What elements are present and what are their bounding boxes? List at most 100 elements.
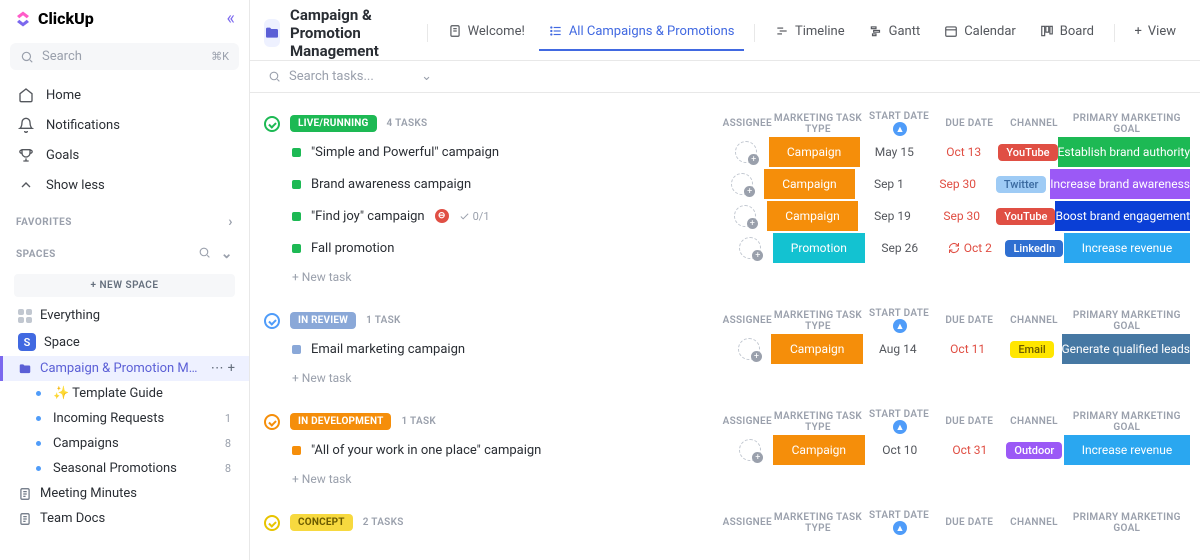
tab-welcome[interactable]: Welcome!	[438, 16, 535, 51]
col-type[interactable]: MARKETING TASK TYPE	[772, 411, 864, 433]
type-pill[interactable]: Campaign	[773, 435, 865, 465]
col-channel[interactable]: CHANNEL	[1004, 416, 1063, 427]
tab-gantt[interactable]: Gantt	[859, 16, 931, 51]
tab-calendar[interactable]: Calendar	[934, 16, 1026, 51]
list-item[interactable]: Incoming Requests1	[0, 406, 249, 431]
logo[interactable]: ClickUp	[14, 9, 94, 28]
group-toggle[interactable]	[264, 116, 280, 132]
col-assignee[interactable]: ASSIGNEE	[723, 517, 772, 528]
list-item[interactable]: ✨ Template Guide	[0, 381, 249, 406]
task-row[interactable]: Brand awareness campaign Campaign Sep 1 …	[260, 168, 1190, 200]
col-goal[interactable]: PRIMARY MARKETING GOAL	[1064, 310, 1190, 332]
assignee-avatar[interactable]	[739, 439, 761, 461]
goal-pill[interactable]: Generate qualified leads	[1062, 334, 1190, 364]
new-task-button[interactable]: + New task	[260, 466, 1190, 486]
col-type[interactable]: MARKETING TASK TYPE	[772, 310, 864, 332]
status-square-icon[interactable]	[292, 345, 301, 354]
space-item[interactable]: S Space	[0, 328, 249, 356]
type-pill[interactable]: Promotion	[773, 233, 865, 263]
due-date[interactable]: Oct 13	[946, 145, 981, 159]
task-row[interactable]: Email marketing campaign Campaign Aug 14…	[260, 333, 1190, 365]
status-chip[interactable]: IN DEVELOPMENT	[290, 413, 391, 430]
assignee-avatar[interactable]	[731, 173, 753, 195]
chevron-down-icon[interactable]: ⌄	[421, 69, 432, 84]
goal-pill[interactable]: Increase revenue	[1064, 435, 1190, 465]
col-start[interactable]: START DATE▲	[864, 111, 934, 136]
due-date[interactable]: Oct 31	[952, 443, 987, 457]
col-due[interactable]: DUE DATE	[934, 416, 1004, 427]
task-row[interactable]: "Find joy" campaign ⊖0/1 Campaign Sep 19…	[260, 200, 1190, 232]
due-date[interactable]: Sep 30	[943, 209, 980, 223]
tab-timeline[interactable]: Timeline	[765, 16, 855, 51]
new-task-button[interactable]: + New task	[260, 264, 1190, 284]
search-icon[interactable]	[198, 246, 211, 259]
status-square-icon[interactable]	[292, 212, 301, 221]
status-square-icon[interactable]	[292, 446, 301, 455]
goal-pill[interactable]: Increase revenue	[1064, 233, 1190, 263]
task-row[interactable]: Fall promotion Promotion Sep 26 Oct 2 Li…	[260, 232, 1190, 264]
task-search-bar[interactable]: Search tasks... ⌄	[250, 61, 1200, 93]
goal-pill[interactable]: Boost brand engagement	[1055, 201, 1190, 231]
col-due[interactable]: DUE DATE	[934, 517, 1004, 528]
list-item[interactable]: Campaigns8	[0, 431, 249, 456]
col-type[interactable]: MARKETING TASK TYPE	[772, 113, 864, 135]
more-icon[interactable]: ⋯	[211, 361, 224, 376]
start-date[interactable]: Oct 10	[882, 443, 917, 457]
channel-pill[interactable]: YouTube	[998, 144, 1057, 161]
start-date[interactable]: Sep 19	[874, 209, 911, 223]
doc-item[interactable]: Team Docs	[0, 506, 249, 531]
due-date[interactable]: Oct 11	[950, 342, 985, 356]
col-type[interactable]: MARKETING TASK TYPE	[772, 512, 864, 534]
channel-pill[interactable]: YouTube	[996, 208, 1055, 225]
status-chip[interactable]: LIVE/RUNNING	[290, 115, 377, 132]
task-row[interactable]: "All of your work in one place" campaign…	[260, 434, 1190, 466]
status-square-icon[interactable]	[292, 148, 301, 157]
channel-pill[interactable]: LinkedIn	[1005, 240, 1063, 257]
start-date[interactable]: Sep 26	[881, 241, 918, 255]
sidebar-search[interactable]: Search ⌘K	[10, 43, 239, 70]
doc-item[interactable]: Meeting Minutes	[0, 481, 249, 506]
status-square-icon[interactable]	[292, 244, 301, 253]
nav-home[interactable]: Home	[0, 80, 249, 110]
group-toggle[interactable]	[264, 414, 280, 430]
chevron-down-icon[interactable]: ⌄	[221, 246, 233, 262]
col-channel[interactable]: CHANNEL	[1004, 315, 1063, 326]
collapse-sidebar-button[interactable]: «	[227, 8, 235, 29]
nav-notifications[interactable]: Notifications	[0, 110, 249, 140]
status-square-icon[interactable]	[292, 180, 301, 189]
nav-goals[interactable]: Goals	[0, 140, 249, 170]
type-pill[interactable]: Campaign	[764, 169, 854, 199]
favorites-section[interactable]: FAVORITES ›	[0, 204, 249, 236]
type-pill[interactable]: Campaign	[769, 137, 860, 167]
group-toggle[interactable]	[264, 515, 280, 531]
col-goal[interactable]: PRIMARY MARKETING GOAL	[1064, 113, 1190, 135]
col-channel[interactable]: CHANNEL	[1004, 118, 1063, 129]
col-assignee[interactable]: ASSIGNEE	[723, 118, 772, 129]
type-pill[interactable]: Campaign	[771, 334, 863, 364]
assignee-avatar[interactable]	[739, 237, 761, 259]
new-space-button[interactable]: + NEW SPACE	[14, 274, 235, 297]
task-row[interactable]: "Simple and Powerful" campaign Campaign …	[260, 136, 1190, 168]
start-date[interactable]: Sep 1	[874, 177, 904, 191]
channel-pill[interactable]: Twitter	[996, 176, 1047, 193]
folder-campaign-promotion[interactable]: Campaign & Promotion M… ⋯ +	[0, 356, 249, 381]
due-date[interactable]: Sep 30	[939, 177, 976, 191]
col-due[interactable]: DUE DATE	[934, 315, 1004, 326]
col-assignee[interactable]: ASSIGNEE	[723, 416, 772, 427]
group-toggle[interactable]	[264, 313, 280, 329]
col-due[interactable]: DUE DATE	[934, 118, 1004, 129]
assignee-avatar[interactable]	[735, 141, 757, 163]
tab-board[interactable]: Board	[1030, 16, 1104, 51]
channel-pill[interactable]: Email	[1010, 341, 1053, 358]
everything-item[interactable]: Everything	[0, 303, 249, 328]
col-start[interactable]: START DATE▲	[864, 308, 934, 333]
add-view-button[interactable]: +View	[1125, 16, 1187, 51]
start-date[interactable]: May 15	[875, 145, 914, 159]
col-start[interactable]: START DATE▲	[864, 510, 934, 535]
new-task-button[interactable]: + New task	[260, 365, 1190, 385]
type-pill[interactable]: Campaign	[767, 201, 858, 231]
col-channel[interactable]: CHANNEL	[1004, 517, 1063, 528]
start-date[interactable]: Aug 14	[879, 342, 917, 356]
add-icon[interactable]: +	[228, 361, 235, 376]
assignee-avatar[interactable]	[738, 338, 760, 360]
